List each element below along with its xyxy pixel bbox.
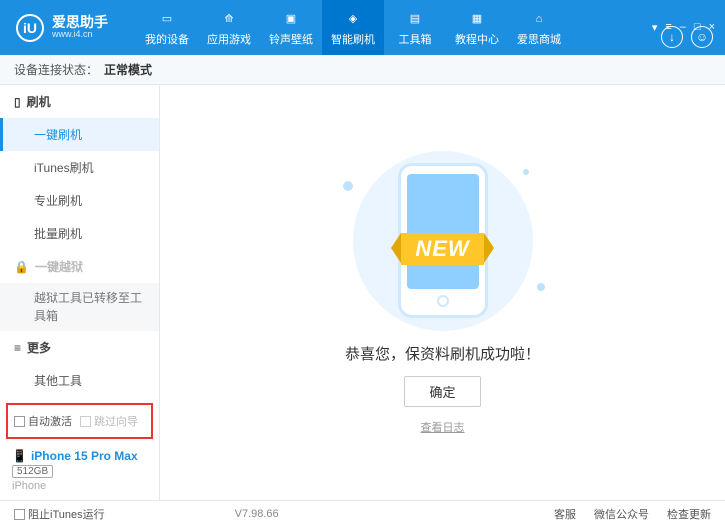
sidebar-item-oneclick[interactable]: 一键刷机 [0,118,159,151]
ok-button[interactable]: 确定 [404,376,480,407]
flash-group-icon: ▯ [14,95,21,109]
device-phone-icon: 📱 [12,449,27,463]
checkbox-icon [14,416,25,427]
logo-icon: iU [16,14,44,42]
toolbox-icon: ▤ [405,9,425,29]
sidebar-jailbreak-note: 越狱工具已转移至工具箱 [0,283,159,331]
nav-tabs: ▭我的设备 ⟰应用游戏 ▣铃声壁纸 ◈智能刷机 ▤工具箱 ▦教程中心 ⌂爱思商城 [136,0,570,55]
footer-link-update[interactable]: 检查更新 [667,506,711,522]
sidebar-section-flash[interactable]: ▯刷机 [0,85,159,118]
sidebar-item-other[interactable]: 其他工具 [0,364,159,397]
sidebar-item-pro[interactable]: 专业刷机 [0,184,159,217]
cart-icon: ⌂ [529,9,549,29]
view-log-link[interactable]: 查看日志 [421,419,465,435]
sidebar: ▯刷机 一键刷机 iTunes刷机 专业刷机 批量刷机 🔒一键越狱 越狱工具已转… [0,85,160,500]
app-title: 爱思助手 [52,15,108,30]
footer-link-support[interactable]: 客服 [554,506,576,522]
tab-my-device[interactable]: ▭我的设备 [136,0,198,55]
version-label: V7.98.66 [235,508,279,520]
success-illustration: NEW [333,151,553,331]
app-url: www.i4.cn [52,30,108,40]
checkbox-block-itunes[interactable]: 阻止iTunes运行 [14,506,105,522]
lock-icon: 🔒 [14,260,29,274]
logo: iU 爱思助手 www.i4.cn [16,14,136,42]
checkbox-skip-guide: 跳过向导 [80,413,138,429]
phone-icon: ▭ [157,9,177,29]
options-highlight-box: 自动激活 跳过向导 [6,403,153,439]
more-icon: ≡ [14,341,21,355]
sidebar-item-firmware[interactable]: 下载固件 [0,397,159,401]
menu-icon[interactable]: ▾ [652,21,658,34]
sidebar-section-more[interactable]: ≡更多 [0,331,159,364]
sidebar-item-batch[interactable]: 批量刷机 [0,217,159,250]
checkbox-icon [14,509,25,520]
tab-flash[interactable]: ◈智能刷机 [322,0,384,55]
sidebar-section-jailbreak: 🔒一键越狱 [0,250,159,283]
main-content: NEW 恭喜您，保资料刷机成功啦！ 确定 查看日志 [160,85,725,500]
tab-tutorials[interactable]: ▦教程中心 [446,0,508,55]
new-banner: NEW [401,233,483,265]
device-storage: 512GB [12,465,53,478]
tab-ringtones[interactable]: ▣铃声壁纸 [260,0,322,55]
device-info[interactable]: 📱iPhone 15 Pro Max 512GB iPhone [0,445,159,500]
success-message: 恭喜您，保资料刷机成功啦！ [345,343,540,364]
status-label: 设备连接状态： [14,61,98,78]
book-icon: ▦ [467,9,487,29]
user-button[interactable]: ☺ [691,26,713,48]
flash-icon: ◈ [343,9,363,29]
image-icon: ▣ [281,9,301,29]
checkbox-icon [80,416,91,427]
status-bar: 设备连接状态： 正常模式 [0,55,725,85]
status-value: 正常模式 [104,61,152,78]
tab-tools[interactable]: ▤工具箱 [384,0,446,55]
apps-icon: ⟰ [219,9,239,29]
checkbox-auto-activate[interactable]: 自动激活 [14,413,72,429]
app-header: iU 爱思助手 www.i4.cn ▭我的设备 ⟰应用游戏 ▣铃声壁纸 ◈智能刷… [0,0,725,55]
device-model: iPhone [12,480,147,492]
download-button[interactable]: ↓ [661,26,683,48]
tab-store[interactable]: ⌂爱思商城 [508,0,570,55]
tab-apps[interactable]: ⟰应用游戏 [198,0,260,55]
footer: 阻止iTunes运行 V7.98.66 客服 微信公众号 检查更新 [0,500,725,527]
sidebar-item-itunes[interactable]: iTunes刷机 [0,151,159,184]
footer-link-wechat[interactable]: 微信公众号 [594,506,649,522]
